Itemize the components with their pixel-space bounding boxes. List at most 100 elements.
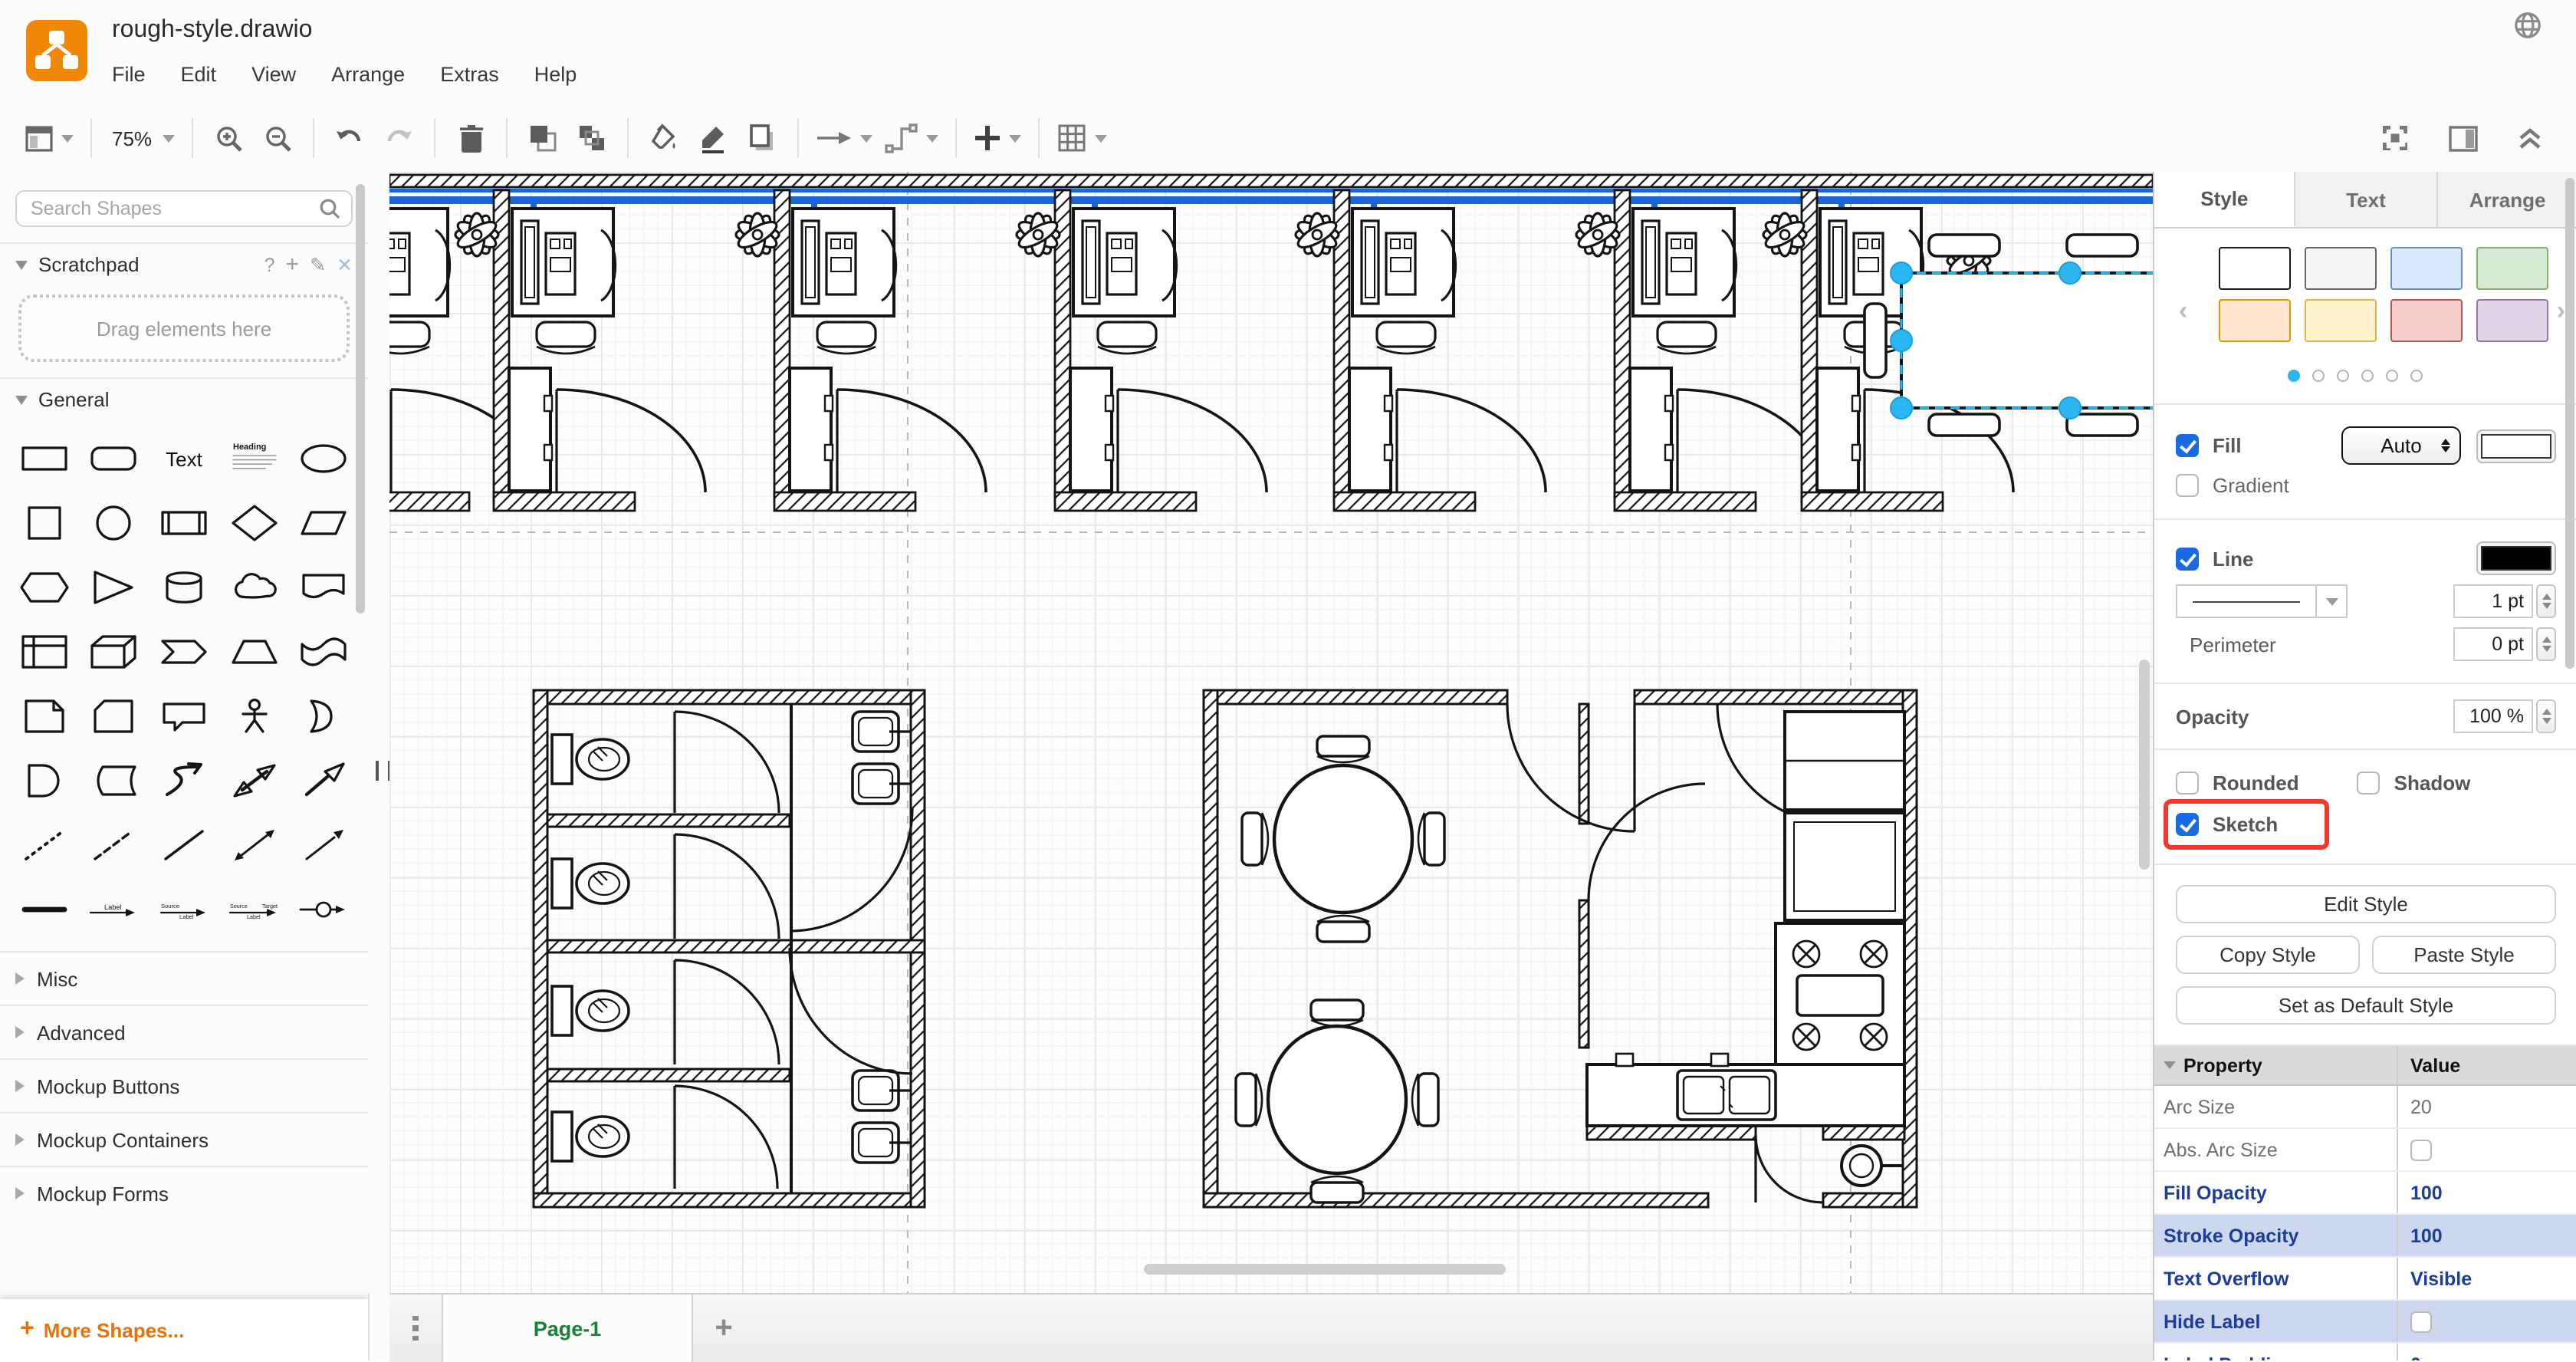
shadow-button[interactable] xyxy=(738,115,787,161)
section-mockup-buttons[interactable]: Mockup Buttons xyxy=(0,1060,368,1112)
scratchpad-close-icon[interactable]: ✕ xyxy=(337,253,353,276)
stroke-opacity-value[interactable]: 100 xyxy=(2397,1215,2576,1256)
add-page-button[interactable]: + xyxy=(693,1295,754,1362)
delete-button[interactable] xyxy=(446,115,495,161)
shape-text[interactable]: Text xyxy=(149,426,219,491)
line-width-input[interactable]: 1 pt xyxy=(2453,584,2533,618)
shape-card[interactable] xyxy=(79,684,149,748)
shape-step[interactable] xyxy=(149,620,219,684)
line-checkbox[interactable] xyxy=(2176,547,2199,570)
abs-arc-size-checkbox[interactable] xyxy=(2410,1139,2432,1160)
zoom-in-button[interactable] xyxy=(204,115,253,161)
menu-help[interactable]: Help xyxy=(534,63,577,86)
shape-internal-storage[interactable] xyxy=(9,620,79,684)
menu-extras[interactable]: Extras xyxy=(440,63,499,86)
shape-bidirectional-connector[interactable] xyxy=(219,813,289,877)
shape-actor[interactable] xyxy=(219,684,289,748)
property-row-label-padding[interactable]: Label Padding 0 xyxy=(2154,1344,2576,1360)
line-style-select[interactable] xyxy=(2176,584,2317,618)
pages-menu-icon[interactable] xyxy=(389,1295,442,1362)
to-front-button[interactable] xyxy=(518,115,567,161)
style-preset[interactable] xyxy=(2390,299,2463,342)
collapse-toolbar-button[interactable] xyxy=(2505,115,2555,161)
menu-edit[interactable]: Edit xyxy=(181,63,217,86)
sidebar-scrollbar[interactable] xyxy=(356,184,365,614)
shape-data-storage[interactable] xyxy=(79,748,149,813)
style-preset[interactable] xyxy=(2305,247,2377,290)
shape-dashed-line[interactable] xyxy=(79,813,149,877)
fill-color-button[interactable] xyxy=(639,115,688,161)
canvas-drawing[interactable] xyxy=(389,172,2153,1293)
shape-arrow[interactable] xyxy=(289,748,359,813)
style-preset[interactable] xyxy=(2219,299,2291,342)
menu-file[interactable]: File xyxy=(112,63,146,86)
shape-dotted-line[interactable] xyxy=(9,813,79,877)
set-default-style-button[interactable]: Set as Default Style xyxy=(2176,986,2556,1025)
tab-text[interactable]: Text xyxy=(2296,172,2438,227)
fill-opacity-value[interactable]: 100 xyxy=(2397,1172,2576,1213)
language-globe-icon[interactable] xyxy=(2513,11,2542,40)
scratchpad-help-icon[interactable]: ? xyxy=(264,254,275,275)
shape-source-label-target-arrow[interactable]: SourceLabelTarget xyxy=(219,877,289,942)
property-row-arc-size[interactable]: Arc Size 20 xyxy=(2154,1086,2576,1129)
section-mockup-containers[interactable]: Mockup Containers xyxy=(0,1114,368,1166)
carousel-dot[interactable] xyxy=(2337,370,2349,382)
tab-arrange[interactable]: Arrange xyxy=(2437,172,2576,227)
to-back-button[interactable] xyxy=(567,115,616,161)
shape-callout[interactable] xyxy=(149,684,219,748)
shape-hexagon[interactable] xyxy=(9,555,79,620)
menu-view[interactable]: View xyxy=(251,63,296,86)
fill-color-swatch[interactable] xyxy=(2476,429,2556,462)
line-style-caret[interactable] xyxy=(2317,584,2348,618)
undo-button[interactable] xyxy=(325,115,374,161)
style-preset[interactable] xyxy=(2390,247,2463,290)
edit-style-button[interactable]: Edit Style xyxy=(2176,885,2556,923)
shape-curve[interactable] xyxy=(149,748,219,813)
property-row-stroke-opacity[interactable]: Stroke Opacity 100 xyxy=(2154,1215,2576,1258)
menu-arrange[interactable]: Arrange xyxy=(331,63,405,86)
connection-button[interactable] xyxy=(810,115,879,161)
chevron-down-icon[interactable] xyxy=(2164,1061,2176,1069)
format-panel-button[interactable] xyxy=(2438,115,2487,161)
copy-style-button[interactable]: Copy Style xyxy=(2176,936,2360,974)
shape-and[interactable] xyxy=(9,748,79,813)
panel-scrollbar[interactable] xyxy=(2565,178,2574,669)
arc-size-value[interactable]: 20 xyxy=(2397,1086,2576,1127)
shape-cloud[interactable] xyxy=(219,555,289,620)
carousel-next-icon[interactable]: › xyxy=(2557,296,2565,327)
shape-diamond[interactable] xyxy=(219,491,289,555)
tab-style[interactable]: Style xyxy=(2154,172,2296,227)
fill-checkbox[interactable] xyxy=(2176,434,2199,457)
waypoints-button[interactable] xyxy=(879,115,945,161)
carousel-dot[interactable] xyxy=(2386,370,2398,382)
shape-arrow-with-label[interactable]: Label xyxy=(79,877,149,942)
section-mockup-forms[interactable]: Mockup Forms xyxy=(0,1167,368,1219)
redo-button[interactable] xyxy=(374,115,423,161)
table-button[interactable] xyxy=(1050,115,1113,161)
gradient-checkbox[interactable] xyxy=(2176,474,2199,497)
perimeter-stepper[interactable] xyxy=(2536,627,2556,661)
canvas-horizontal-scrollbar[interactable] xyxy=(1144,1264,1506,1275)
drawing-canvas[interactable] xyxy=(389,172,2153,1293)
shape-document[interactable] xyxy=(289,555,359,620)
insert-button[interactable] xyxy=(968,115,1027,161)
property-row-abs-arc-size[interactable]: Abs. Arc Size xyxy=(2154,1129,2576,1172)
property-row-hide-label[interactable]: Hide Label xyxy=(2154,1301,2576,1344)
page-tab[interactable]: Page-1 xyxy=(442,1295,693,1362)
view-button[interactable] xyxy=(18,115,80,161)
property-row-fill-opacity[interactable]: Fill Opacity 100 xyxy=(2154,1172,2576,1215)
line-color-swatch[interactable] xyxy=(2476,541,2556,575)
shape-directional-connector[interactable] xyxy=(289,813,359,877)
text-overflow-value[interactable]: Visible xyxy=(2397,1258,2576,1299)
section-general[interactable]: General xyxy=(0,379,368,420)
carousel-prev-icon[interactable]: ‹ xyxy=(2179,296,2187,327)
carousel-dot[interactable] xyxy=(2288,370,2300,382)
shape-ellipse[interactable] xyxy=(289,426,359,491)
shadow-checkbox[interactable] xyxy=(2358,771,2380,794)
sidebar-resize-gutter[interactable] xyxy=(368,172,389,1293)
style-preset[interactable] xyxy=(2219,247,2291,290)
opacity-stepper[interactable] xyxy=(2536,699,2556,733)
scratchpad-header[interactable]: Scratchpad ? + ✎ ✕ xyxy=(0,244,368,285)
carousel-dot[interactable] xyxy=(2312,370,2325,382)
property-row-text-overflow[interactable]: Text Overflow Visible xyxy=(2154,1258,2576,1301)
